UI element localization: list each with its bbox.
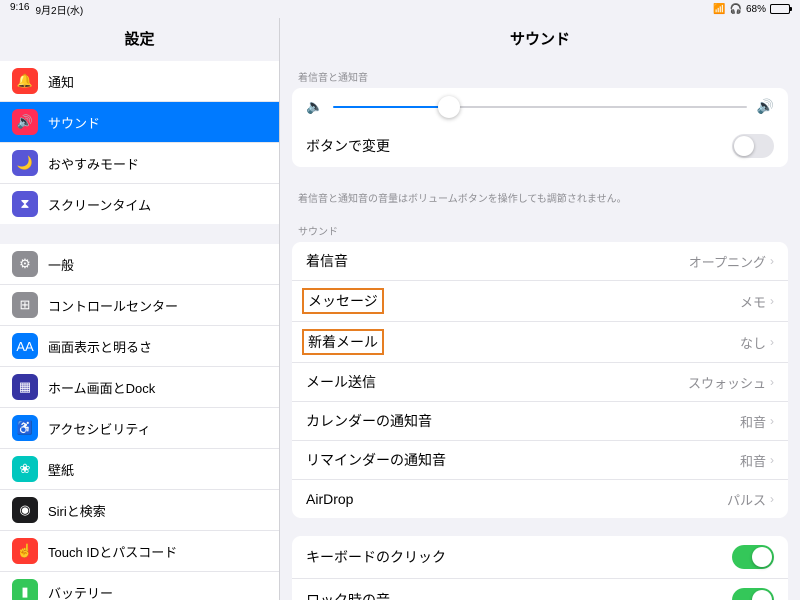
- lock-sound-switch[interactable]: [732, 588, 774, 600]
- keyboard-click-switch[interactable]: [732, 545, 774, 569]
- sidebar-icon: ▦: [12, 374, 38, 400]
- sound-value: パルス›: [727, 490, 774, 509]
- sidebar-icon: 🌙: [12, 150, 38, 176]
- sidebar-item[interactable]: 🌙 おやすみモード: [0, 143, 279, 184]
- sound-row[interactable]: メッセージ メモ›: [292, 281, 788, 322]
- sidebar-item[interactable]: ❀ 壁紙: [0, 449, 279, 490]
- sidebar-item[interactable]: ⚙ 一般: [0, 244, 279, 285]
- sidebar-item[interactable]: ⧗ スクリーンタイム: [0, 184, 279, 224]
- chevron-right-icon: ›: [770, 375, 774, 389]
- sidebar-item-label: Siriと検索: [48, 501, 106, 520]
- status-date: 9月2日(水): [35, 2, 83, 17]
- ringer-section: 🔈 🔊 ボタンで変更: [292, 88, 788, 167]
- sidebar-icon: 🔔: [12, 68, 38, 94]
- sounds-section: 着信音 オープニング› メッセージ メモ› 新着メール なし› メール送信 スウォッシュ› カレ…: [292, 242, 788, 518]
- sidebar-icon: AA: [12, 333, 38, 359]
- keyboard-click-row[interactable]: キーボードのクリック: [292, 536, 788, 579]
- sidebar-item[interactable]: ▮ バッテリー: [0, 572, 279, 600]
- ringer-footer: 着信音と通知音の音量はボリュームボタンを操作しても調節されません。: [280, 185, 800, 205]
- change-with-buttons-switch[interactable]: [732, 134, 774, 158]
- change-with-buttons-row[interactable]: ボタンで変更: [292, 125, 788, 167]
- sound-value: なし›: [740, 333, 774, 352]
- sound-label: AirDrop: [306, 491, 353, 507]
- lock-sound-label: ロック時の音: [306, 590, 390, 600]
- sound-row[interactable]: AirDrop パルス›: [292, 480, 788, 518]
- sidebar-icon: ⚙: [12, 251, 38, 277]
- sidebar-icon: ◉: [12, 497, 38, 523]
- battery-icon: [770, 4, 790, 14]
- volume-high-icon: 🔊: [757, 98, 774, 115]
- sidebar-item-label: ホーム画面とDock: [48, 378, 155, 397]
- sound-label: メール送信: [306, 372, 376, 392]
- chevron-right-icon: ›: [770, 453, 774, 467]
- volume-slider[interactable]: [333, 106, 746, 108]
- sidebar-item[interactable]: AA 画面表示と明るさ: [0, 326, 279, 367]
- sound-label: 着信音: [306, 251, 348, 271]
- sound-value: メモ›: [740, 292, 774, 311]
- sound-label: 新着メール: [302, 329, 384, 355]
- sounds-header: サウンド: [280, 215, 800, 242]
- status-time: 9:16: [10, 2, 29, 17]
- sidebar-icon: ▮: [12, 579, 38, 600]
- sound-row[interactable]: メール送信 スウォッシュ›: [292, 363, 788, 402]
- sound-row[interactable]: 着信音 オープニング›: [292, 242, 788, 281]
- content: サウンド 着信音と通知音 🔈 🔊 ボタンで変更 着信音と通知音の音量はボリューム…: [280, 18, 800, 600]
- sidebar-icon: ❀: [12, 456, 38, 482]
- sound-value: オープニング›: [689, 252, 774, 271]
- sound-row[interactable]: リマインダーの通知音 和音›: [292, 441, 788, 480]
- sound-label: カレンダーの通知音: [306, 411, 432, 431]
- content-title: サウンド: [280, 18, 800, 61]
- wifi-icon: 📶: [713, 4, 725, 15]
- sound-row[interactable]: 新着メール なし›: [292, 322, 788, 363]
- lock-sound-row[interactable]: ロック時の音: [292, 579, 788, 600]
- sidebar-item-label: コントロールセンター: [48, 296, 178, 315]
- sidebar-item-label: アクセシビリティ: [48, 419, 151, 438]
- chevron-right-icon: ›: [770, 294, 774, 308]
- status-bar: 9:16 9月2日(水) 📶 🎧 68%: [0, 0, 800, 18]
- chevron-right-icon: ›: [770, 335, 774, 349]
- sidebar-item[interactable]: 🔊 サウンド: [0, 102, 279, 143]
- sidebar-item[interactable]: ⊞ コントロールセンター: [0, 285, 279, 326]
- feedback-section: キーボードのクリック ロック時の音: [292, 536, 788, 600]
- sidebar-icon: ⊞: [12, 292, 38, 318]
- sidebar-item-label: おやすみモード: [48, 154, 139, 173]
- headphones-icon: 🎧: [730, 4, 742, 15]
- sidebar-title: 設定: [0, 18, 279, 61]
- sound-label: リマインダーの通知音: [306, 450, 446, 470]
- volume-slider-row[interactable]: 🔈 🔊: [292, 88, 788, 125]
- sidebar-item-label: バッテリー: [48, 583, 113, 600]
- sidebar-item-label: サウンド: [48, 113, 100, 132]
- chevron-right-icon: ›: [770, 414, 774, 428]
- sound-value: スウォッシュ›: [688, 373, 774, 392]
- sidebar-icon: ☝: [12, 538, 38, 564]
- sidebar-icon: ♿: [12, 415, 38, 441]
- sidebar-item[interactable]: ▦ ホーム画面とDock: [0, 367, 279, 408]
- chevron-right-icon: ›: [770, 492, 774, 506]
- sidebar: 設定 🔔 通知 🔊 サウンド 🌙 おやすみモード ⧗ スクリーンタイム ⚙ 一般 ⊞ コントロールセ…: [0, 18, 280, 600]
- sound-value: 和音›: [740, 451, 774, 470]
- sound-value: 和音›: [740, 412, 774, 431]
- sidebar-item[interactable]: ◉ Siriと検索: [0, 490, 279, 531]
- sidebar-item-label: スクリーンタイム: [48, 195, 151, 214]
- battery-percent: 68%: [746, 4, 766, 15]
- sidebar-group-1: 🔔 通知 🔊 サウンド 🌙 おやすみモード ⧗ スクリーンタイム: [0, 61, 279, 224]
- sound-label: メッセージ: [302, 288, 384, 314]
- chevron-right-icon: ›: [770, 254, 774, 268]
- sidebar-group-2: ⚙ 一般 ⊞ コントロールセンター AA 画面表示と明るさ ▦ ホーム画面とDock ♿ アクセシ…: [0, 244, 279, 600]
- sidebar-item-label: Touch IDとパスコード: [48, 542, 177, 561]
- sidebar-icon: ⧗: [12, 191, 38, 217]
- sound-row[interactable]: カレンダーの通知音 和音›: [292, 402, 788, 441]
- volume-low-icon: 🔈: [306, 98, 323, 115]
- sidebar-item[interactable]: ♿ アクセシビリティ: [0, 408, 279, 449]
- keyboard-click-label: キーボードのクリック: [306, 547, 446, 567]
- sidebar-item-label: 画面表示と明るさ: [48, 337, 152, 356]
- ringer-header: 着信音と通知音: [280, 61, 800, 88]
- sidebar-item-label: 一般: [48, 255, 74, 274]
- sidebar-item[interactable]: 🔔 通知: [0, 61, 279, 102]
- sidebar-item-label: 壁紙: [48, 460, 74, 479]
- sidebar-item[interactable]: ☝ Touch IDとパスコード: [0, 531, 279, 572]
- sidebar-icon: 🔊: [12, 109, 38, 135]
- sidebar-item-label: 通知: [48, 72, 74, 91]
- change-with-buttons-label: ボタンで変更: [306, 136, 390, 156]
